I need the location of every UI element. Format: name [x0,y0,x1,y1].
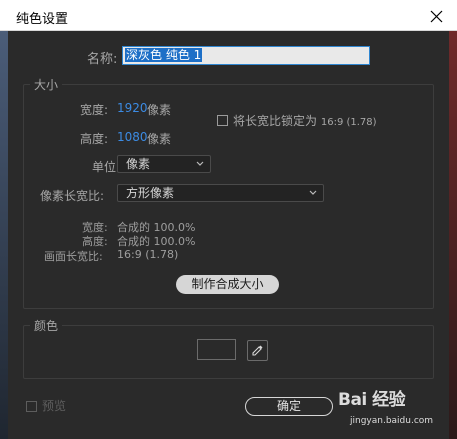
watermark-url: jingyan.baidu.com [350,416,434,426]
ok-button[interactable]: 确定 [245,397,333,416]
info-frame-aspect-value: 16:9 (1.78) [117,248,179,261]
units-selected-value: 像素 [126,157,151,171]
units-label: 单位: [92,160,121,174]
name-label: 名称: [87,52,118,67]
window-title: 纯色设置 [16,12,69,27]
lock-aspect-text: 将长宽比锁定为 [233,114,318,128]
close-icon [430,10,442,22]
color-group-title: 颜色 [30,317,63,334]
info-frame-aspect-label: 画面长宽比: [44,250,103,263]
width-label: 宽度: [80,103,109,117]
pixel-aspect-select[interactable]: 方形像素 [117,184,324,202]
name-input-selected-text: 深灰色 纯色 1 [125,48,203,62]
title-bar: 纯色设置 [0,0,457,31]
background-edge-right [449,31,457,439]
watermark-brand: Bai 经验 [338,390,406,410]
solid-settings-dialog: 名称: 深灰色 纯色 1 大小 宽度: 1920 像素 高度: 1080 像素 … [8,31,449,439]
height-value[interactable]: 1080 [117,130,148,144]
width-unit: 像素 [147,103,172,117]
lock-aspect-ratio: 16:9 (1.78) [320,117,377,128]
close-button[interactable] [425,5,447,27]
eyedropper-button[interactable] [247,340,268,361]
units-select[interactable]: 像素 [117,155,211,173]
lock-aspect-label: 将长宽比锁定为 16:9 (1.78) [233,112,377,129]
make-comp-size-button[interactable]: 制作合成大小 [176,275,279,294]
preview-checkbox[interactable] [26,401,37,412]
info-height-value: 合成的 100.0% [117,235,196,248]
size-group-title: 大小 [30,76,63,93]
pixel-aspect-selected-value: 方形像素 [126,186,175,200]
width-value[interactable]: 1920 [117,101,148,115]
name-input[interactable]: 深灰色 纯色 1 [122,46,370,65]
preview-label: 预览 [42,399,67,413]
lock-aspect-checkbox[interactable] [217,115,228,126]
info-height-label: 高度: [82,235,108,248]
height-label: 高度: [80,132,109,146]
pixel-aspect-label: 像素长宽比: [40,189,105,203]
chevron-down-icon [194,156,206,172]
eyedropper-icon [252,345,263,356]
height-unit: 像素 [147,132,172,146]
color-swatch[interactable] [197,339,236,360]
watermark: Bai 经验 jingyan.baidu.com [338,383,457,438]
background-edge-left [0,31,8,439]
chevron-down-icon [307,185,319,201]
